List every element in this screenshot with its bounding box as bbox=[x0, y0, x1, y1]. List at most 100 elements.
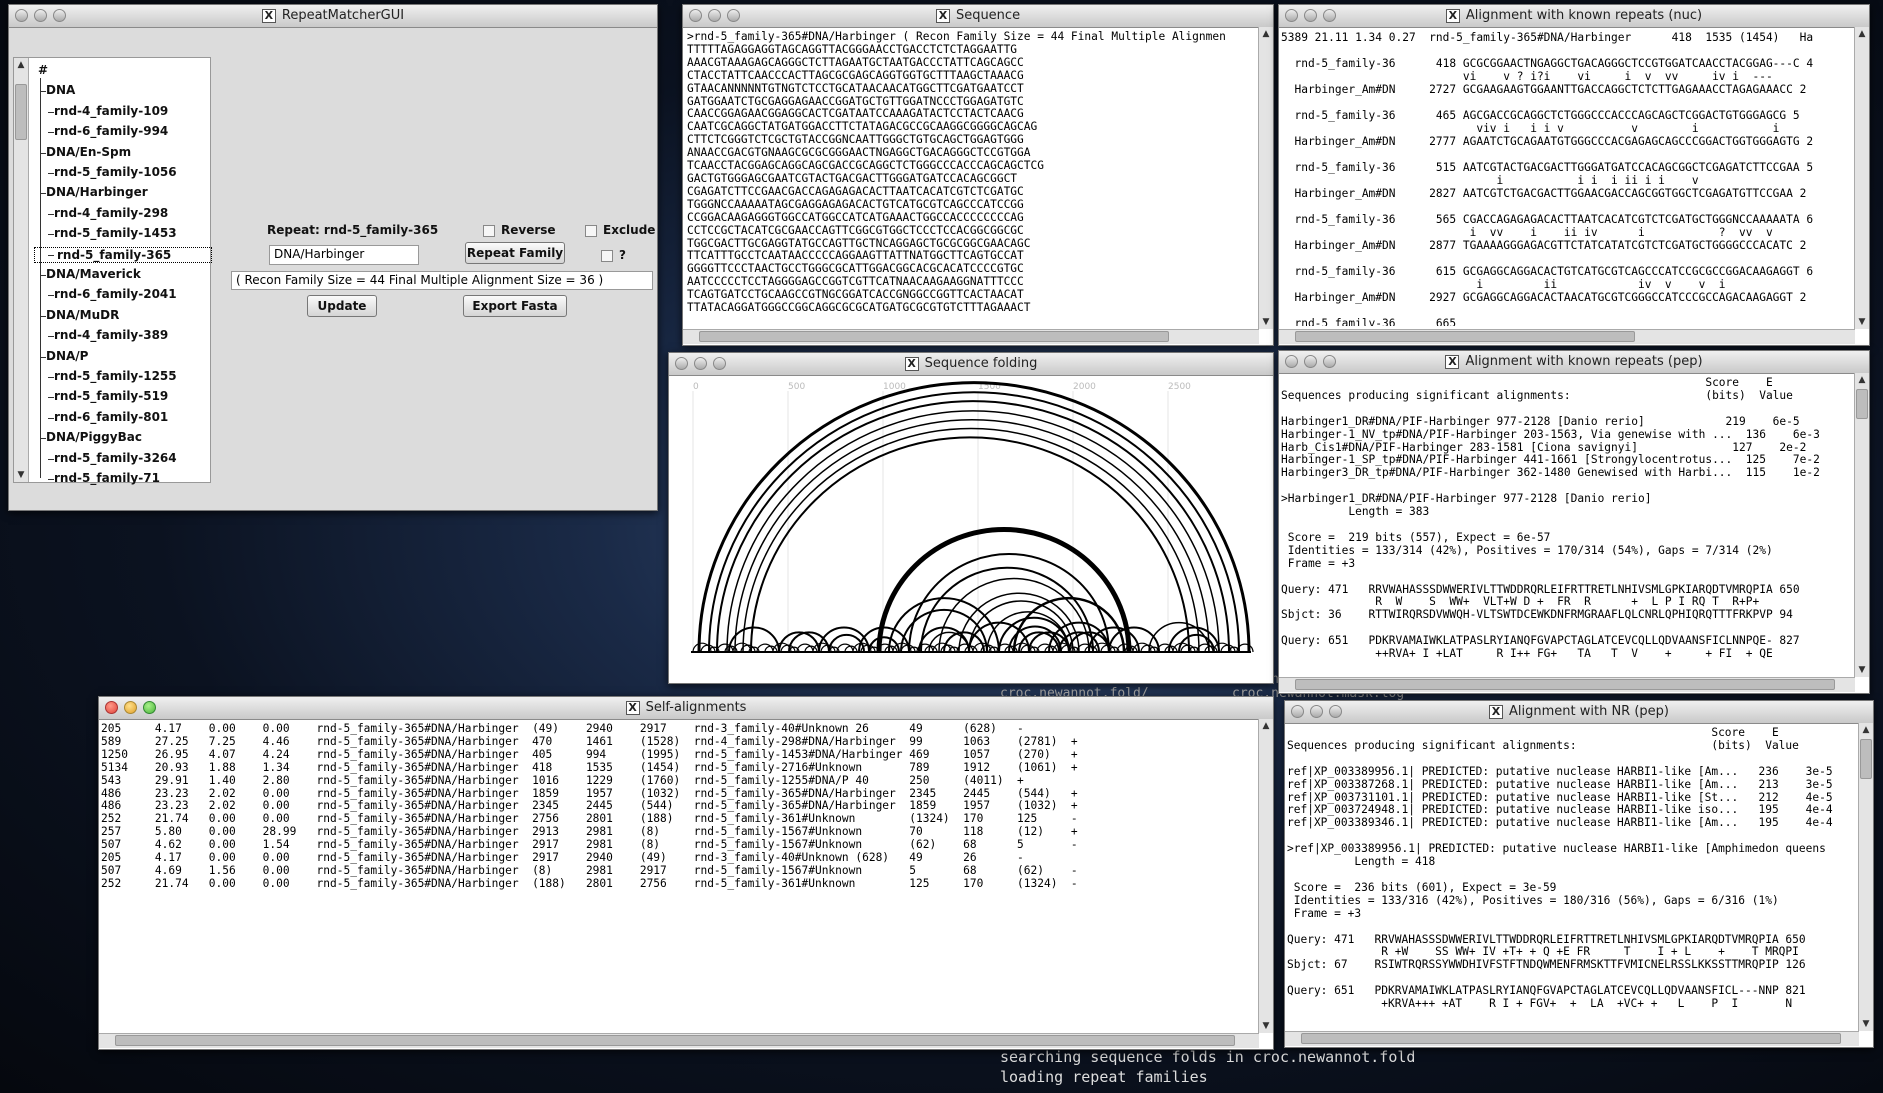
scroll-up-arrow[interactable]: ▲ bbox=[1855, 27, 1869, 41]
title-bar[interactable]: X Sequence folding bbox=[669, 353, 1273, 376]
scroll-up-arrow[interactable]: ▲ bbox=[1859, 723, 1873, 737]
tree-item-family[interactable]: rnd-6_family-801 bbox=[54, 410, 168, 424]
vertical-scrollbar[interactable]: ▲ ▼ bbox=[1854, 373, 1869, 677]
scroll-up-arrow[interactable]: ▲ bbox=[1259, 27, 1273, 41]
alignment-line: viv i i i v v i i bbox=[1281, 122, 1780, 135]
tree-item-category[interactable]: # bbox=[38, 63, 48, 77]
fold-arc-diagram[interactable]: 0 500 1000 1500 2000 2500 bbox=[669, 375, 1273, 680]
horizontal-scrollbar[interactable] bbox=[1279, 329, 1855, 344]
zoom-button[interactable] bbox=[713, 357, 726, 370]
scroll-thumb[interactable] bbox=[699, 331, 1169, 342]
minimize-button[interactable] bbox=[1304, 355, 1317, 368]
tree-item-category[interactable]: DNA/MuDR bbox=[46, 308, 119, 322]
tree-item-family[interactable]: rnd-4_family-298 bbox=[54, 206, 168, 220]
minimize-button[interactable] bbox=[694, 357, 707, 370]
self-alignment-table[interactable]: 205 4.17 0.00 0.00 rnd-5_family-365#DNA/… bbox=[101, 723, 1251, 1023]
scroll-down-arrow[interactable]: ▼ bbox=[1259, 315, 1273, 329]
tree-item-category[interactable]: DNA/Maverick bbox=[46, 267, 141, 281]
export-fasta-button[interactable]: Export Fasta bbox=[463, 295, 567, 317]
title-bar[interactable]: X Alignment with known repeats (pep) bbox=[1279, 351, 1869, 374]
scroll-thumb[interactable] bbox=[1856, 389, 1868, 419]
close-button[interactable] bbox=[675, 357, 688, 370]
scroll-down-arrow[interactable]: ▼ bbox=[1855, 663, 1869, 677]
scroll-thumb[interactable] bbox=[1301, 1033, 1841, 1044]
tree-item-family[interactable]: rnd-4_family-109 bbox=[54, 104, 168, 118]
scroll-up-arrow[interactable]: ▲ bbox=[14, 58, 28, 72]
vertical-scrollbar[interactable]: ▲ ▼ bbox=[1258, 719, 1273, 1033]
scroll-thumb[interactable] bbox=[15, 84, 27, 140]
zoom-button[interactable] bbox=[143, 701, 156, 714]
tree-item-family[interactable]: rnd-5_family-1255 bbox=[54, 369, 177, 383]
scroll-down-arrow[interactable]: ▼ bbox=[14, 468, 28, 482]
tree-item-family[interactable]: rnd-5_family-3264 bbox=[54, 451, 177, 465]
pep-alignment-text[interactable]: Score E Sequences producing significant a… bbox=[1281, 377, 1853, 673]
close-button[interactable] bbox=[689, 9, 702, 22]
tree-item-family[interactable]: rnd-5_family-71 bbox=[54, 471, 160, 485]
tree-item-category[interactable]: DNA bbox=[46, 83, 75, 97]
horizontal-scrollbar[interactable] bbox=[1285, 1031, 1859, 1046]
close-button[interactable] bbox=[1285, 9, 1298, 22]
tree-item-family[interactable]: rnd-5_family-365 bbox=[34, 246, 213, 263]
reverse-checkbox[interactable]: Reverse bbox=[483, 223, 556, 237]
nr-alignment-text[interactable]: Score E Sequences producing significant a… bbox=[1287, 727, 1857, 1027]
vertical-scrollbar[interactable]: ▲ ▼ bbox=[1854, 27, 1869, 329]
repeat-family-button[interactable]: Repeat Family bbox=[465, 242, 565, 264]
scroll-thumb[interactable] bbox=[1860, 739, 1872, 779]
tree-item-category[interactable]: DNA/PiggyBac bbox=[46, 430, 142, 444]
tree-item-family[interactable]: rnd-4_family-389 bbox=[54, 328, 168, 342]
x11-icon: X bbox=[1489, 704, 1503, 719]
zoom-button[interactable] bbox=[727, 9, 740, 22]
update-button[interactable]: Update bbox=[307, 295, 377, 317]
scroll-thumb[interactable] bbox=[1295, 679, 1835, 690]
nuc-alignment-text[interactable]: 5389 21.11 1.34 0.27 rnd-5_family-365#DN… bbox=[1281, 31, 1853, 326]
zoom-button[interactable] bbox=[1323, 9, 1336, 22]
x11-icon: X bbox=[1445, 8, 1460, 23]
tree-item-category[interactable]: DNA/Harbinger bbox=[46, 185, 148, 199]
close-button[interactable] bbox=[15, 9, 28, 22]
title-bar[interactable]: X Alignment with NR (pep) bbox=[1285, 701, 1873, 724]
tree-item-family[interactable]: rnd-5_family-519 bbox=[54, 389, 168, 403]
exclude-checkbox[interactable]: Exclude bbox=[585, 223, 655, 237]
tree-item-family[interactable]: rnd-5_family-1453 bbox=[54, 226, 177, 240]
tree-scrollbar[interactable]: ▲ ▼ bbox=[14, 58, 29, 482]
title-bar[interactable]: X RepeatMatcherGUI bbox=[9, 5, 657, 28]
scroll-thumb[interactable] bbox=[1295, 331, 1635, 342]
tree-item-family[interactable]: rnd-6_family-2041 bbox=[54, 287, 177, 301]
alignment-line: Harbinger_Am#DN 2827 AATCGTCTGACGACTTGGA… bbox=[1281, 187, 1807, 200]
scroll-down-arrow[interactable]: ▼ bbox=[1259, 1019, 1273, 1033]
minimize-button[interactable] bbox=[1304, 9, 1317, 22]
scroll-up-arrow[interactable]: ▲ bbox=[1855, 373, 1869, 387]
close-button[interactable] bbox=[1291, 705, 1304, 718]
zoom-button[interactable] bbox=[53, 9, 66, 22]
sequence-line: GACTGTGGGAGCGAATCGTACTGACGACTTGGGATGATCC… bbox=[687, 171, 1018, 185]
family-info-field[interactable]: ( Recon Family Size = 44 Final Multiple … bbox=[231, 271, 653, 290]
family-tree[interactable]: # DNA rnd-4_family-109 rnd-6_family-994 DNA/… bbox=[13, 57, 213, 485]
title-bar[interactable]: X Alignment with known repeats (nuc) bbox=[1279, 5, 1869, 28]
vertical-scrollbar[interactable]: ▲ ▼ bbox=[1258, 27, 1273, 329]
tree-item-family[interactable]: rnd-6_family-994 bbox=[54, 124, 168, 138]
tree-item-category[interactable]: DNA/En-Spm bbox=[46, 145, 131, 159]
scroll-down-arrow[interactable]: ▼ bbox=[1855, 315, 1869, 329]
sequence-text[interactable]: >rnd-5_family-365#DNA/Harbinger ( Recon … bbox=[687, 31, 1257, 323]
minimize-button[interactable] bbox=[708, 9, 721, 22]
tree-item-category[interactable]: DNA/P bbox=[46, 349, 88, 363]
minimize-button[interactable] bbox=[34, 9, 47, 22]
horizontal-scrollbar[interactable] bbox=[99, 1033, 1259, 1048]
zoom-button[interactable] bbox=[1329, 705, 1342, 718]
title-bar[interactable]: X Sequence bbox=[683, 5, 1273, 28]
scroll-thumb[interactable] bbox=[115, 1035, 1235, 1046]
minimize-button[interactable] bbox=[1310, 705, 1323, 718]
scroll-up-arrow[interactable]: ▲ bbox=[1259, 719, 1273, 733]
vertical-scrollbar[interactable]: ▲ ▼ bbox=[1858, 723, 1873, 1031]
horizontal-scrollbar[interactable] bbox=[1279, 677, 1855, 692]
horizontal-scrollbar[interactable] bbox=[683, 329, 1259, 344]
zoom-button[interactable] bbox=[1323, 355, 1336, 368]
close-button[interactable] bbox=[1285, 355, 1298, 368]
question-checkbox[interactable]: ? bbox=[601, 248, 626, 262]
scroll-down-arrow[interactable]: ▼ bbox=[1859, 1017, 1873, 1031]
minimize-button[interactable] bbox=[124, 701, 137, 714]
close-button[interactable] bbox=[105, 701, 118, 714]
title-bar[interactable]: X Self-alignments bbox=[99, 697, 1273, 720]
class-input[interactable]: DNA/Harbinger bbox=[269, 245, 419, 265]
tree-item-family[interactable]: rnd-5_family-1056 bbox=[54, 165, 177, 179]
